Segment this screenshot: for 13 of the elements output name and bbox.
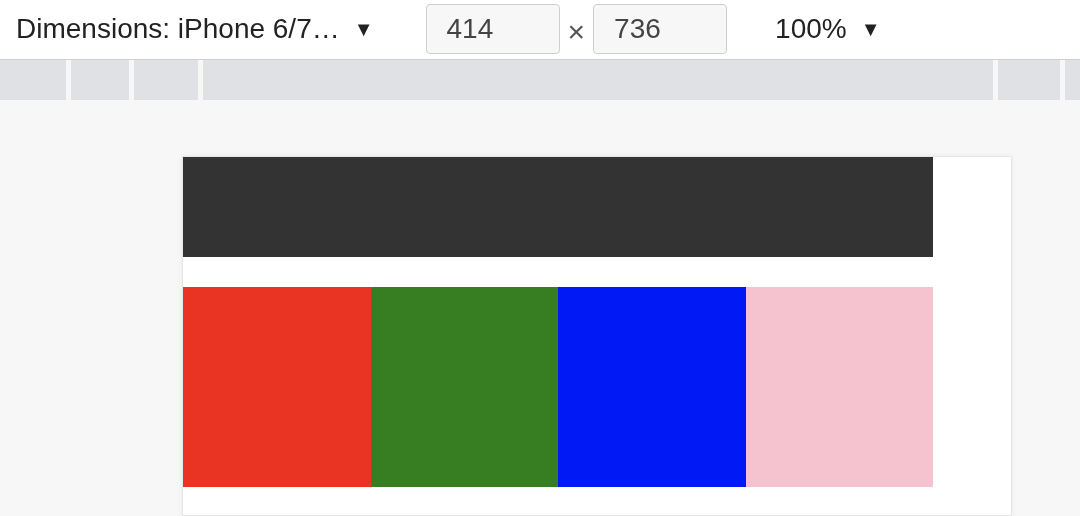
media-query-bar[interactable] xyxy=(133,59,198,100)
caret-icon: ▼ xyxy=(860,17,881,41)
media-query-bar[interactable] xyxy=(1065,59,1080,100)
caret-icon: ▼ xyxy=(353,17,374,41)
device-dropdown[interactable]: Dimensions: iPhone 6/7… ▼ xyxy=(16,13,374,46)
height-field[interactable]: 736 xyxy=(593,4,728,55)
width-field[interactable]: 414 xyxy=(425,4,560,55)
zoom-dropdown[interactable]: 100% ▼ xyxy=(775,13,881,46)
media-query-bar[interactable] xyxy=(70,59,129,100)
media-query-bar[interactable] xyxy=(202,59,994,100)
media-query-bar[interactable] xyxy=(0,59,66,100)
times-sign: × xyxy=(567,15,586,50)
media-query-bar[interactable] xyxy=(998,59,1060,100)
